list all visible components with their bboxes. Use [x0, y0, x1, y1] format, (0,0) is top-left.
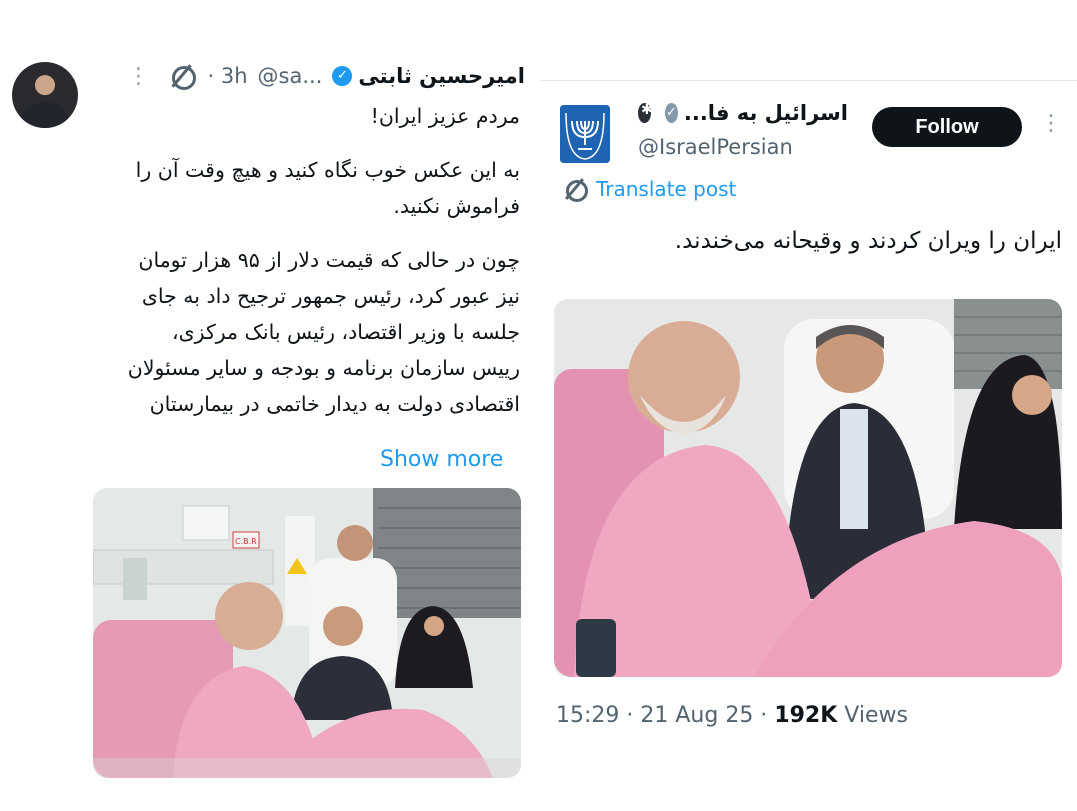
- tweet-line: چون در حالی که قیمت دلار از ۹۵ هزار توما…: [138, 248, 520, 272]
- author-handle[interactable]: @IsraelPersian: [638, 135, 793, 159]
- author-handle[interactable]: @sa...: [258, 64, 323, 88]
- tweet-time[interactable]: · 3h: [208, 64, 248, 88]
- wall-sign: C.B.R: [235, 537, 257, 546]
- author-name[interactable]: امیرحسین ثابتی: [358, 64, 525, 88]
- tweet-text: مردم عزیز ایران! به این عکس خوب نگاه کنی…: [92, 98, 520, 422]
- hospital-room-image: C.B.R: [93, 488, 521, 778]
- views-count[interactable]: 192K: [774, 703, 837, 728]
- tweet-line: به این عکس خوب نگاه کنید و هیچ وقت آن را: [135, 158, 520, 182]
- menorah-emblem-icon: [560, 105, 610, 163]
- hospital-room-image: [554, 299, 1062, 677]
- tweet-header: امیرحسین ثابتی ✓ @sa... · 3h ⋮: [95, 58, 525, 94]
- tweet-photo[interactable]: [554, 299, 1062, 677]
- tweet-timestamp[interactable]: 15:29 · 21 Aug 25 ·: [556, 703, 767, 728]
- affiliation-icon[interactable]: [638, 102, 653, 123]
- tweet-line: رییس سازمان برنامه و بودجه و سایر مسئولا…: [127, 356, 520, 380]
- tweet-photo[interactable]: C.B.R: [93, 488, 521, 778]
- grok-icon: [564, 178, 588, 202]
- translate-label[interactable]: Translate post: [596, 177, 736, 201]
- avatar[interactable]: [560, 105, 610, 163]
- grok-icon[interactable]: [170, 64, 196, 90]
- tweet-line: مردم عزیز ایران!: [370, 104, 520, 128]
- tweet-line: فراموش نکنید.: [393, 194, 520, 218]
- author-name[interactable]: اسرائیل به فا...: [684, 101, 848, 125]
- left-tweet: امیرحسین ثابتی ✓ @sa... · 3h ⋮ مردم عزیز…: [0, 0, 535, 811]
- tweet-text: ایران را ویران کردند و وقیحانه می‌خندند.: [674, 228, 1062, 254]
- follow-button[interactable]: Follow: [872, 107, 1022, 147]
- tweet-meta: 15:29 · 21 Aug 25 · 192K Views: [556, 703, 908, 728]
- more-options-icon[interactable]: ⋮: [1040, 111, 1062, 136]
- verified-badge-icon: ✓: [664, 103, 678, 123]
- author-name-row: اسرائیل به فا... ✓: [638, 101, 848, 125]
- right-tweet: اسرائیل به فا... ✓ @IsraelPersian Follow…: [540, 80, 1077, 811]
- tweet-line: نیز عبور کرد، رئیس جمهور ترجیح داد به جا…: [141, 284, 520, 308]
- views-label: Views: [844, 703, 908, 728]
- tweet-line: جلسه با وزیر اقتصاد، رئیس بانک مرکزی،: [171, 320, 520, 344]
- verified-badge-icon: ✓: [332, 66, 353, 86]
- avatar[interactable]: [12, 62, 78, 128]
- more-options-icon[interactable]: ⋮: [128, 64, 150, 89]
- tweet-line: اقتصادی دولت به دیدار خاتمی در بیمارستان: [149, 392, 520, 416]
- show-more-link[interactable]: Show more: [380, 447, 503, 472]
- translate-post-link[interactable]: Translate post: [564, 177, 736, 202]
